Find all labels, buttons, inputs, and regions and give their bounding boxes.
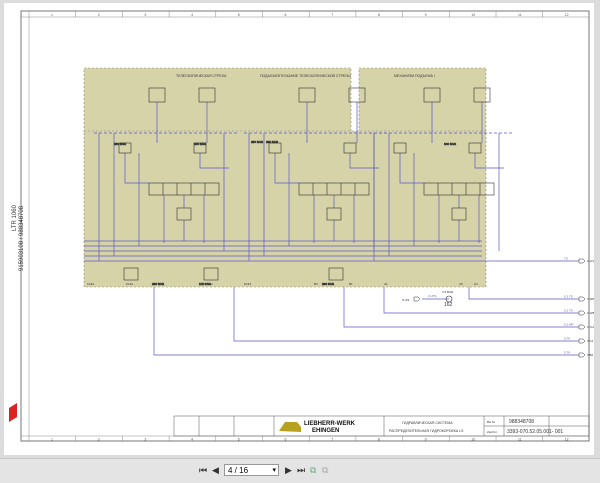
- pressure-label: 250 BAR: [266, 140, 279, 144]
- output-line: 5.TK: [564, 351, 570, 355]
- port-label: A1: [384, 282, 388, 286]
- column-number: 7: [331, 13, 333, 17]
- input-line: 2 HTS: [428, 294, 437, 298]
- brand-name: LIEBHERR-WERK: [304, 421, 356, 427]
- section-label: МЕХАНИЗМ ПОДЪЕМА І: [394, 74, 435, 78]
- drawing-number: 3393-070.52.05.001- 001: [507, 429, 563, 435]
- column-number: 12: [565, 438, 569, 442]
- side-ids: 915903108 / 988348708: [19, 205, 25, 271]
- connector-icon: [578, 352, 586, 358]
- pressure-label: 3.5 BAR: [442, 290, 454, 294]
- column-number: 7: [331, 438, 333, 442]
- port-label: B1: [349, 282, 353, 286]
- connector-icon: [578, 258, 586, 264]
- column-number: 10: [471, 13, 475, 17]
- pressure-label: 290 BAR: [322, 282, 335, 286]
- svg-text:Вм.Nr.: Вм.Nr.: [487, 420, 496, 424]
- port-label: KL92: [126, 282, 133, 286]
- output-target: Л-8/6: [587, 297, 594, 301]
- pressure-label: 100 BAR: [444, 142, 457, 146]
- column-number: 9: [425, 13, 427, 17]
- connector-icon: [578, 296, 586, 302]
- column-number: 8: [378, 438, 380, 442]
- pressure-label: 100 BAR: [194, 142, 207, 146]
- connector-icon: [578, 324, 586, 330]
- brand-location: EHINGEN: [312, 428, 339, 434]
- port-label: A2: [209, 282, 213, 286]
- port-label: A5: [459, 282, 463, 286]
- port-label: KL93: [244, 282, 251, 286]
- crane-logo-icon: [279, 422, 301, 432]
- document-number: 988348708: [509, 419, 534, 425]
- drawing-title: ГИДРАВЛИЧЕСКАЯ СИСТЕМА: [402, 421, 453, 425]
- port-label: B3: [314, 282, 318, 286]
- column-number: 1: [51, 13, 53, 17]
- column-number: 11: [518, 13, 522, 17]
- component-id: 162: [444, 302, 453, 308]
- drawing-subtitle: РАСПРЕДЕЛИТЕЛЬНАЯ ГИДРОКОРОБКА LS: [389, 429, 464, 433]
- pressure-label: 250 BAR: [251, 140, 264, 144]
- output-target: Л-C/2: [587, 325, 594, 329]
- column-number: 6: [285, 13, 287, 17]
- output-line: 5.2 TS: [564, 309, 573, 313]
- output-line: 5.2 MP: [564, 323, 574, 327]
- first-page-button[interactable]: ⏮: [199, 464, 207, 476]
- pressure-label: 250 BAR: [114, 142, 127, 146]
- column-number: 12: [565, 13, 569, 17]
- column-number: 4: [191, 438, 193, 442]
- column-number: 10: [471, 438, 475, 442]
- output-target: Л-2/16: [587, 259, 594, 263]
- port-label: A3: [474, 282, 478, 286]
- output-target: 7/C2: [587, 339, 594, 343]
- column-number: 2: [98, 13, 100, 17]
- column-number: 6: [285, 438, 287, 442]
- column-number: 3: [144, 13, 146, 17]
- input-source: Л-4/3: [402, 298, 409, 302]
- document-page: 1 2 3 4 5 6 7 8 9 10 11 12 1 2 3 4 5 6 7 8 9 10 11 12 ТЕЛЕСКОП…: [4, 3, 594, 455]
- column-number: 1: [51, 438, 53, 442]
- two-page-view-button[interactable]: ⧉: [310, 464, 316, 476]
- viewer-toolbar: ⏮ ◀ 4 / 16 ▾ ▶ ⏭ ⧉ ⧉: [0, 458, 600, 483]
- next-page-button[interactable]: ▶: [285, 464, 292, 476]
- connector-icon: [578, 310, 586, 316]
- connector-icon: [413, 296, 421, 302]
- column-number: 4: [191, 13, 193, 17]
- pressure-label: 280 BAR: [152, 282, 165, 286]
- prev-page-button[interactable]: ◀: [212, 464, 219, 476]
- column-number: 9: [425, 438, 427, 442]
- output-line: TS: [564, 257, 568, 261]
- page-select[interactable]: 4 / 16 ▾: [224, 464, 279, 476]
- output-target: Л-9/8: [587, 311, 594, 315]
- output-line: 5.2 TS: [564, 295, 573, 299]
- column-number: 5: [238, 13, 240, 17]
- column-number: 3: [144, 438, 146, 442]
- side-model: LTR 1060: [12, 205, 18, 231]
- port-label: KL82: [87, 282, 94, 286]
- connector-icon: [578, 338, 586, 344]
- section-label: ПОДЪЕМ/ОПУСКАНИЕ ТЕЛЕСКОПИЧЕСКОЙ СТРЕЛЫ: [260, 74, 351, 78]
- single-page-view-button[interactable]: ⧉: [322, 464, 328, 476]
- column-number: 11: [518, 438, 522, 442]
- column-number: 2: [98, 438, 100, 442]
- output-line: 5.TK: [564, 337, 570, 341]
- svg-text:Zeichnr.: Zeichnr.: [487, 430, 498, 434]
- hydraulic-schematic: 1 2 3 4 5 6 7 8 9 10 11 12 1 2 3 4 5 6 7 8 9 10 11 12 ТЕЛЕСКОП…: [6, 10, 594, 442]
- section-label: ТЕЛЕСКОПИЧЕСКАЯ СТРЕЛА: [176, 74, 227, 78]
- column-number: 5: [238, 438, 240, 442]
- column-number: 8: [378, 13, 380, 17]
- valve-block: [83, 130, 487, 288]
- output-target: 7/B2: [587, 353, 594, 357]
- last-page-button[interactable]: ⏭: [297, 464, 305, 476]
